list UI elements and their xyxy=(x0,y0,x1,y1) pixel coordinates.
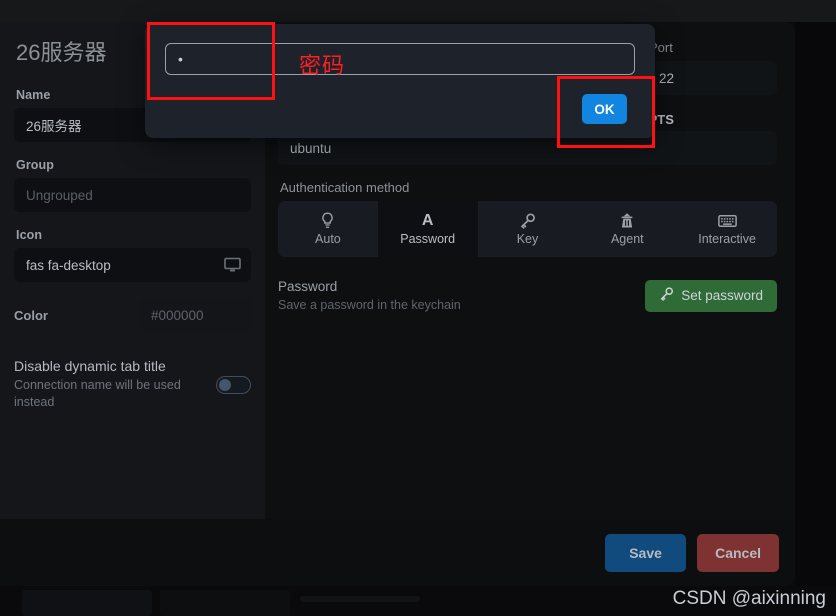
app-titlebar xyxy=(0,0,836,22)
color-input[interactable]: #000000 xyxy=(139,298,251,332)
disable-dynamic-tab-title-row: Disable dynamic tab title Connection nam… xyxy=(14,358,251,411)
toggle-text-block: Disable dynamic tab title Connection nam… xyxy=(14,358,208,411)
backdrop-tile xyxy=(160,590,290,616)
password-prompt-modal: • OK xyxy=(145,24,655,138)
lightbulb-icon xyxy=(320,212,335,229)
keyboard-icon xyxy=(717,212,737,229)
key-icon xyxy=(519,212,536,229)
password-input[interactable]: • xyxy=(165,43,635,75)
group-label: Group xyxy=(16,158,54,172)
password-keychain-row: Password Save a password in the keychain… xyxy=(278,279,777,312)
watermark: CSDN @aixinning xyxy=(672,588,826,609)
password-keychain-text: Password Save a password in the keychain xyxy=(278,279,645,312)
auth-option-key[interactable]: Key xyxy=(478,201,578,257)
backdrop-tile xyxy=(300,596,420,602)
disable-dynamic-tab-title-label: Disable dynamic tab title xyxy=(14,358,166,374)
auth-option-interactive-label: Interactive xyxy=(698,232,756,246)
ok-button[interactable]: OK xyxy=(582,94,627,124)
color-field-group: Color #000000 xyxy=(14,298,251,332)
key-icon xyxy=(659,287,674,304)
auth-option-interactive[interactable]: Interactive xyxy=(677,201,777,257)
set-password-button-label: Set password xyxy=(681,288,763,303)
port-field-group: Port 22 xyxy=(647,40,777,95)
backdrop-tile xyxy=(22,590,152,616)
app-root: 26服务器 Name 26服务器 Group Ungrouped Icon fa… xyxy=(0,0,836,616)
password-section-title: Password xyxy=(278,279,338,294)
group-input[interactable]: Ungrouped xyxy=(14,178,251,212)
panel-footer: Save Cancel xyxy=(0,519,795,586)
auth-option-agent[interactable]: Agent xyxy=(577,201,677,257)
auth-option-agent-label: Agent xyxy=(610,232,644,246)
toggle-knob xyxy=(219,379,231,391)
auth-option-auto[interactable]: Auto xyxy=(278,201,378,257)
icon-input-value: fas fa-desktop xyxy=(26,257,111,273)
auth-option-key-label: Key xyxy=(516,232,539,246)
cancel-button[interactable]: Cancel xyxy=(697,533,779,572)
auth-option-password-label: Password xyxy=(400,232,456,246)
disable-dynamic-tab-title-toggle[interactable] xyxy=(216,376,251,394)
icon-field-group: Icon fas fa-desktop xyxy=(14,228,251,282)
annotation-note-password: 密码 xyxy=(299,54,346,79)
disable-dynamic-tab-title-description: Connection name will be used instead xyxy=(14,378,181,409)
save-button[interactable]: Save xyxy=(605,533,687,572)
set-password-button[interactable]: Set password xyxy=(645,279,777,312)
desktop-icon xyxy=(224,257,241,273)
port-label: Port xyxy=(649,40,673,55)
password-section-subtitle: Save a password in the keychain xyxy=(278,298,461,312)
icon-input[interactable]: fas fa-desktop xyxy=(14,248,251,282)
letter-a-icon: A xyxy=(421,211,434,229)
auth-method-group: Authentication method Auto A Password Ke… xyxy=(278,180,777,257)
icon-label: Icon xyxy=(16,228,43,242)
group-field-group: Group Ungrouped xyxy=(14,158,251,212)
auth-option-password[interactable]: A Password xyxy=(377,201,478,257)
port-input[interactable]: 22 xyxy=(647,61,777,95)
app-backdrop-right xyxy=(795,22,836,616)
auth-method-toggle-group: Auto A Password Key Agent Interactive xyxy=(278,201,777,257)
auth-option-auto-label: Auto xyxy=(315,232,341,246)
color-label: Color xyxy=(14,307,48,323)
auth-method-label: Authentication method xyxy=(280,180,410,195)
user-secret-icon xyxy=(619,212,635,229)
